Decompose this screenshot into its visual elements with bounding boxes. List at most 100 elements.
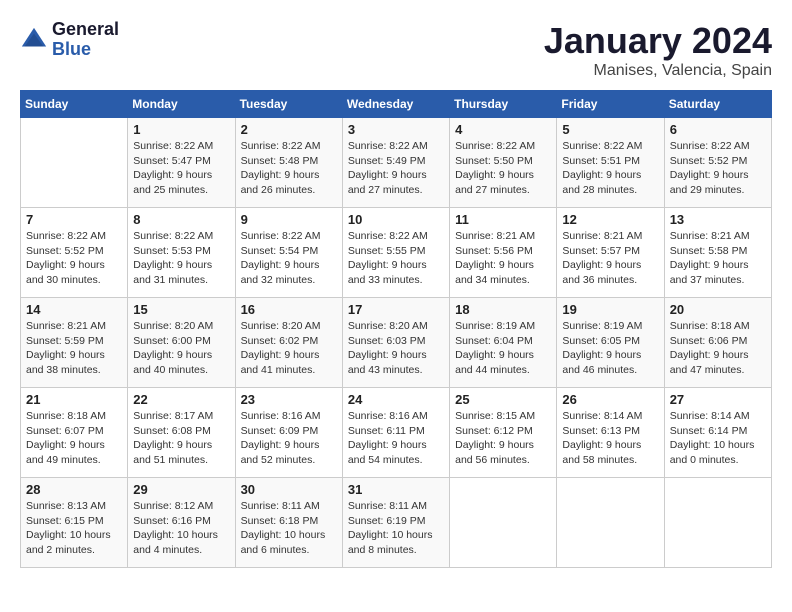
calendar-cell: 14 Sunrise: 8:21 AMSunset: 5:59 PMDayligh… xyxy=(21,298,128,388)
calendar-cell: 18 Sunrise: 8:19 AMSunset: 6:04 PMDayligh… xyxy=(450,298,557,388)
cell-info: Sunrise: 8:22 AMSunset: 5:49 PMDaylight:… xyxy=(348,139,444,198)
cell-info: Sunrise: 8:22 AMSunset: 5:52 PMDaylight:… xyxy=(670,139,766,198)
cell-info: Sunrise: 8:20 AMSunset: 6:00 PMDaylight:… xyxy=(133,319,229,378)
week-row-3: 14 Sunrise: 8:21 AMSunset: 5:59 PMDayligh… xyxy=(21,298,772,388)
day-number: 29 xyxy=(133,482,229,497)
calendar-cell: 22Sunrise: 8:17 AMSunset: 6:08 PMDayligh… xyxy=(128,388,235,478)
day-number: 20 xyxy=(670,302,766,317)
cell-info: Sunrise: 8:11 AMSunset: 6:18 PMDaylight:… xyxy=(241,499,337,558)
week-row-4: 21 Sunrise: 8:18 AMSunset: 6:07 PMDayligh… xyxy=(21,388,772,478)
cell-info: Sunrise: 8:19 AMSunset: 6:05 PMDaylight:… xyxy=(562,319,658,378)
logo-text-blue: Blue xyxy=(52,40,119,60)
calendar-cell: 6Sunrise: 8:22 AMSunset: 5:52 PMDaylight… xyxy=(664,118,771,208)
calendar-cell: 13 Sunrise: 8:21 AMSunset: 5:58 PMDayligh… xyxy=(664,208,771,298)
day-number: 7 xyxy=(26,212,122,227)
cell-info: Sunrise: 8:21 AMSunset: 5:58 PMDaylight:… xyxy=(670,229,766,288)
calendar-cell: 1 Sunrise: 8:22 AMSunset: 5:47 PMDaylight… xyxy=(128,118,235,208)
title-block: January 2024 Manises, Valencia, Spain xyxy=(544,20,772,80)
calendar-cell: 21 Sunrise: 8:18 AMSunset: 6:07 PMDayligh… xyxy=(21,388,128,478)
cell-info: Sunrise: 8:22 AMSunset: 5:50 PMDaylight:… xyxy=(455,139,551,198)
day-number: 9 xyxy=(241,212,337,227)
calendar-cell: 8Sunrise: 8:22 AMSunset: 5:53 PMDaylight… xyxy=(128,208,235,298)
day-number: 17 xyxy=(348,302,444,317)
calendar-cell: 9 Sunrise: 8:22 AMSunset: 5:54 PMDaylight… xyxy=(235,208,342,298)
logo-icon xyxy=(20,26,48,54)
week-row-2: 7 Sunrise: 8:22 AMSunset: 5:52 PMDaylight… xyxy=(21,208,772,298)
calendar-cell xyxy=(21,118,128,208)
day-number: 22 xyxy=(133,392,229,407)
cell-info: Sunrise: 8:11 AMSunset: 6:19 PMDaylight:… xyxy=(348,499,444,558)
cell-info: Sunrise: 8:22 AMSunset: 5:47 PMDaylight:… xyxy=(133,139,229,198)
day-number: 1 xyxy=(133,122,229,137)
day-number: 31 xyxy=(348,482,444,497)
page-header: General Blue January 2024 Manises, Valen… xyxy=(20,20,772,80)
day-number: 15 xyxy=(133,302,229,317)
day-number: 23 xyxy=(241,392,337,407)
logo-text-general: General xyxy=(52,20,119,40)
cell-info: Sunrise: 8:19 AMSunset: 6:04 PMDaylight:… xyxy=(455,319,551,378)
day-number: 26 xyxy=(562,392,658,407)
cell-info: Sunrise: 8:21 AMSunset: 5:59 PMDaylight:… xyxy=(26,319,122,378)
day-number: 5 xyxy=(562,122,658,137)
weekday-header-wednesday: Wednesday xyxy=(342,91,449,118)
calendar-cell: 12 Sunrise: 8:21 AMSunset: 5:57 PMDayligh… xyxy=(557,208,664,298)
day-number: 18 xyxy=(455,302,551,317)
cell-info: Sunrise: 8:16 AMSunset: 6:11 PMDaylight:… xyxy=(348,409,444,468)
day-number: 16 xyxy=(241,302,337,317)
calendar-cell: 26 Sunrise: 8:14 AMSunset: 6:13 PMDayligh… xyxy=(557,388,664,478)
calendar-cell: 4Sunrise: 8:22 AMSunset: 5:50 PMDaylight… xyxy=(450,118,557,208)
cell-info: Sunrise: 8:15 AMSunset: 6:12 PMDaylight:… xyxy=(455,409,551,468)
cell-info: Sunrise: 8:14 AMSunset: 6:13 PMDaylight:… xyxy=(562,409,658,468)
calendar-cell: 23Sunrise: 8:16 AMSunset: 6:09 PMDayligh… xyxy=(235,388,342,478)
cell-info: Sunrise: 8:12 AMSunset: 6:16 PMDaylight:… xyxy=(133,499,229,558)
day-number: 3 xyxy=(348,122,444,137)
weekday-header-tuesday: Tuesday xyxy=(235,91,342,118)
day-number: 2 xyxy=(241,122,337,137)
weekday-header-monday: Monday xyxy=(128,91,235,118)
calendar-cell: 19 Sunrise: 8:19 AMSunset: 6:05 PMDayligh… xyxy=(557,298,664,388)
calendar-cell: 11Sunrise: 8:21 AMSunset: 5:56 PMDayligh… xyxy=(450,208,557,298)
calendar-table: SundayMondayTuesdayWednesdayThursdayFrid… xyxy=(20,90,772,568)
calendar-cell: 20 Sunrise: 8:18 AMSunset: 6:06 PMDayligh… xyxy=(664,298,771,388)
location-subtitle: Manises, Valencia, Spain xyxy=(544,62,772,80)
calendar-cell: 24Sunrise: 8:16 AMSunset: 6:11 PMDayligh… xyxy=(342,388,449,478)
day-number: 19 xyxy=(562,302,658,317)
week-row-1: 1 Sunrise: 8:22 AMSunset: 5:47 PMDaylight… xyxy=(21,118,772,208)
calendar-cell: 5 Sunrise: 8:22 AMSunset: 5:51 PMDaylight… xyxy=(557,118,664,208)
weekday-header-sunday: Sunday xyxy=(21,91,128,118)
cell-info: Sunrise: 8:22 AMSunset: 5:55 PMDaylight:… xyxy=(348,229,444,288)
day-number: 10 xyxy=(348,212,444,227)
calendar-cell: 31 Sunrise: 8:11 AMSunset: 6:19 PMDayligh… xyxy=(342,478,449,568)
calendar-cell: 30 Sunrise: 8:11 AMSunset: 6:18 PMDayligh… xyxy=(235,478,342,568)
day-number: 21 xyxy=(26,392,122,407)
calendar-cell: 7 Sunrise: 8:22 AMSunset: 5:52 PMDaylight… xyxy=(21,208,128,298)
cell-info: Sunrise: 8:22 AMSunset: 5:48 PMDaylight:… xyxy=(241,139,337,198)
cell-info: Sunrise: 8:21 AMSunset: 5:57 PMDaylight:… xyxy=(562,229,658,288)
cell-info: Sunrise: 8:13 AMSunset: 6:15 PMDaylight:… xyxy=(26,499,122,558)
cell-info: Sunrise: 8:22 AMSunset: 5:52 PMDaylight:… xyxy=(26,229,122,288)
weekday-header-saturday: Saturday xyxy=(664,91,771,118)
calendar-cell: 29 Sunrise: 8:12 AMSunset: 6:16 PMDayligh… xyxy=(128,478,235,568)
cell-info: Sunrise: 8:18 AMSunset: 6:07 PMDaylight:… xyxy=(26,409,122,468)
calendar-cell: 16 Sunrise: 8:20 AMSunset: 6:02 PMDayligh… xyxy=(235,298,342,388)
weekday-header-friday: Friday xyxy=(557,91,664,118)
day-number: 27 xyxy=(670,392,766,407)
cell-info: Sunrise: 8:20 AMSunset: 6:02 PMDaylight:… xyxy=(241,319,337,378)
calendar-cell: 2 Sunrise: 8:22 AMSunset: 5:48 PMDaylight… xyxy=(235,118,342,208)
weekday-header-row: SundayMondayTuesdayWednesdayThursdayFrid… xyxy=(21,91,772,118)
calendar-cell: 15 Sunrise: 8:20 AMSunset: 6:00 PMDayligh… xyxy=(128,298,235,388)
day-number: 11 xyxy=(455,212,551,227)
cell-info: Sunrise: 8:18 AMSunset: 6:06 PMDaylight:… xyxy=(670,319,766,378)
day-number: 13 xyxy=(670,212,766,227)
cell-info: Sunrise: 8:20 AMSunset: 6:03 PMDaylight:… xyxy=(348,319,444,378)
day-number: 14 xyxy=(26,302,122,317)
day-number: 12 xyxy=(562,212,658,227)
cell-info: Sunrise: 8:14 AMSunset: 6:14 PMDaylight:… xyxy=(670,409,766,468)
day-number: 30 xyxy=(241,482,337,497)
calendar-cell: 25Sunrise: 8:15 AMSunset: 6:12 PMDayligh… xyxy=(450,388,557,478)
calendar-cell xyxy=(557,478,664,568)
week-row-5: 28Sunrise: 8:13 AMSunset: 6:15 PMDayligh… xyxy=(21,478,772,568)
cell-info: Sunrise: 8:22 AMSunset: 5:51 PMDaylight:… xyxy=(562,139,658,198)
cell-info: Sunrise: 8:22 AMSunset: 5:54 PMDaylight:… xyxy=(241,229,337,288)
calendar-cell: 3 Sunrise: 8:22 AMSunset: 5:49 PMDaylight… xyxy=(342,118,449,208)
